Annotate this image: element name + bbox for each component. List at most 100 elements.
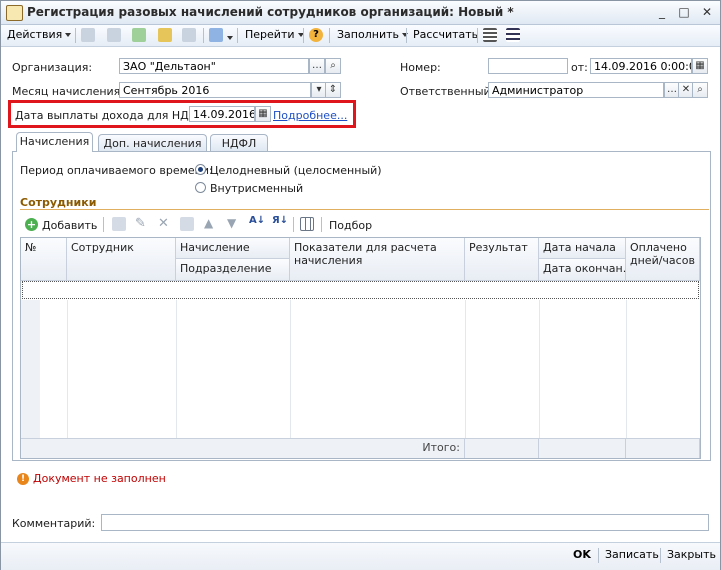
chevron-down-icon — [65, 33, 72, 37]
toolbar-separator — [75, 28, 76, 43]
calendar-icon[interactable]: ▦ — [255, 106, 271, 122]
unpost-document-icon[interactable] — [182, 28, 196, 42]
delete-icon[interactable]: ✕ — [158, 216, 169, 231]
end-edit-icon[interactable] — [180, 217, 194, 231]
document-date-field[interactable]: 14.09.2016 0:00:00 — [590, 58, 692, 74]
toolbar: Действия Перейти ? Заполнить Рассчитать — [1, 25, 720, 47]
month-label: Месяц начисления: — [12, 85, 124, 98]
column-header-department[interactable]: Подразделение — [176, 259, 290, 281]
structure-icon[interactable] — [506, 28, 520, 42]
column-header-num[interactable]: № — [21, 238, 67, 281]
column-header-end-date[interactable]: Дата окончан... — [539, 259, 633, 281]
column-header-start-date[interactable]: Дата начала — [539, 238, 626, 259]
list-view-icon[interactable] — [483, 28, 497, 42]
add-copy-icon[interactable] — [81, 28, 95, 42]
responsible-field[interactable]: Администратор — [488, 82, 664, 98]
move-up-icon[interactable]: ▲ — [204, 216, 213, 230]
payout-date-label: Дата выплаты дохода для НДФЛ: — [15, 109, 211, 122]
column-header-result[interactable]: Результат — [465, 238, 539, 281]
help-icon[interactable]: ? — [309, 28, 323, 42]
details-link[interactable]: Подробнее... — [273, 109, 347, 122]
sort-ascending-icon[interactable]: A↓ — [249, 215, 265, 226]
fill-menu-label: Заполнить — [337, 28, 399, 41]
edit-icon[interactable] — [107, 28, 121, 42]
chevron-down-icon — [227, 36, 233, 40]
column-header-paid[interactable]: Оплачено дней/часов — [626, 238, 700, 281]
edit-pencil-icon[interactable]: ✎ — [135, 216, 146, 231]
employees-section-title: Сотрудники — [20, 196, 97, 209]
button-separator — [660, 548, 661, 563]
employees-table: № Сотрудник Начисление Подразделение Пок… — [20, 237, 701, 459]
total-paid-cell — [626, 438, 700, 458]
column-header-indicators[interactable]: Показатели для расчета начисления — [290, 238, 465, 281]
sort-descending-icon[interactable]: Я↓ — [272, 215, 288, 226]
column-divider — [176, 300, 177, 438]
actions-menu[interactable]: Действия — [7, 28, 72, 41]
post-document-icon[interactable] — [158, 28, 172, 42]
document-window: Регистрация разовых начислений сотрудник… — [0, 0, 721, 570]
period-fullday-label[interactable]: Целодневный (целосменный) — [210, 164, 382, 177]
status-message: ! Документ не заполнен — [17, 472, 166, 485]
add-employee-button[interactable]: Добавить — [42, 219, 97, 232]
goto-menu-label: Перейти — [245, 28, 295, 41]
goto-menu[interactable]: Перейти — [245, 28, 304, 41]
close-window-button[interactable]: ✕ — [698, 3, 716, 21]
title-bar: Регистрация разовых начислений сотрудник… — [1, 1, 720, 25]
month-field[interactable]: Сентябрь 2016 — [119, 82, 311, 98]
payout-date-field[interactable]: 14.09.2016 — [189, 106, 255, 122]
column-divider — [67, 300, 68, 438]
column-header-employee[interactable]: Сотрудник — [67, 238, 176, 281]
refresh-icon[interactable] — [132, 28, 146, 42]
column-divider — [290, 300, 291, 438]
open-search-icon[interactable]: ⌕ — [692, 82, 708, 98]
stepper-icon[interactable]: ⇕ — [325, 82, 341, 98]
window-title: Регистрация разовых начислений сотрудник… — [27, 5, 514, 19]
table-row[interactable] — [22, 281, 699, 299]
close-button[interactable]: Закрыть — [667, 548, 716, 561]
toolbar-separator — [103, 217, 104, 232]
comment-field[interactable] — [101, 514, 709, 531]
open-search-icon[interactable]: ⌕ — [325, 58, 341, 74]
save-button[interactable]: Записать — [605, 548, 659, 561]
column-header-accrual[interactable]: Начисление — [176, 238, 290, 259]
calculate-button[interactable]: Рассчитать — [413, 28, 478, 41]
period-label: Период оплачиваемого времени: — [20, 164, 213, 177]
tab-ndfl[interactable]: НДФЛ — [210, 134, 268, 152]
form-button-bar: OK Записать Закрыть — [1, 542, 720, 570]
comment-label: Комментарий: — [12, 517, 96, 530]
tab-accruals[interactable]: Начисления — [16, 132, 93, 152]
move-down-icon[interactable]: ▼ — [227, 216, 236, 230]
add-icon[interactable]: + — [25, 218, 38, 231]
toolbar-separator — [477, 28, 478, 43]
column-settings-icon[interactable] — [300, 217, 314, 231]
chevron-down-icon — [401, 33, 408, 37]
toolbar-separator — [321, 217, 322, 232]
date-from-label: от: — [571, 61, 588, 74]
toolbar-separator — [406, 28, 407, 43]
organization-field[interactable]: ЗАО "Дельтаон" — [119, 58, 309, 74]
document-icon — [6, 5, 23, 21]
toolbar-separator — [293, 217, 294, 232]
organization-label: Организация: — [12, 61, 93, 74]
maximize-button[interactable]: □ — [675, 3, 693, 21]
actions-menu-label: Действия — [7, 28, 63, 41]
calendar-icon[interactable]: ▦ — [692, 58, 708, 74]
select-ellipsis-button[interactable]: … — [309, 58, 325, 74]
toolbar-separator — [303, 28, 304, 43]
period-fullday-radio[interactable] — [195, 164, 206, 175]
column-divider — [465, 300, 466, 438]
ok-button[interactable]: OK — [573, 548, 591, 561]
number-field[interactable] — [488, 58, 568, 74]
based-on-icon[interactable] — [209, 28, 223, 42]
total-label-cell: Итого: — [21, 438, 465, 458]
tab-additional-accruals[interactable]: Доп. начисления — [98, 134, 207, 152]
period-intrashift-radio[interactable] — [195, 182, 206, 193]
minimize-button[interactable]: _ — [653, 3, 671, 21]
copy-row-icon[interactable] — [112, 217, 126, 231]
button-separator — [598, 548, 599, 563]
warning-icon: ! — [17, 473, 29, 485]
fill-menu[interactable]: Заполнить — [337, 28, 408, 41]
pick-button[interactable]: Подбор — [329, 219, 372, 232]
period-intrashift-label[interactable]: Внутрисменный — [210, 182, 303, 195]
total-result-cell — [465, 438, 539, 458]
